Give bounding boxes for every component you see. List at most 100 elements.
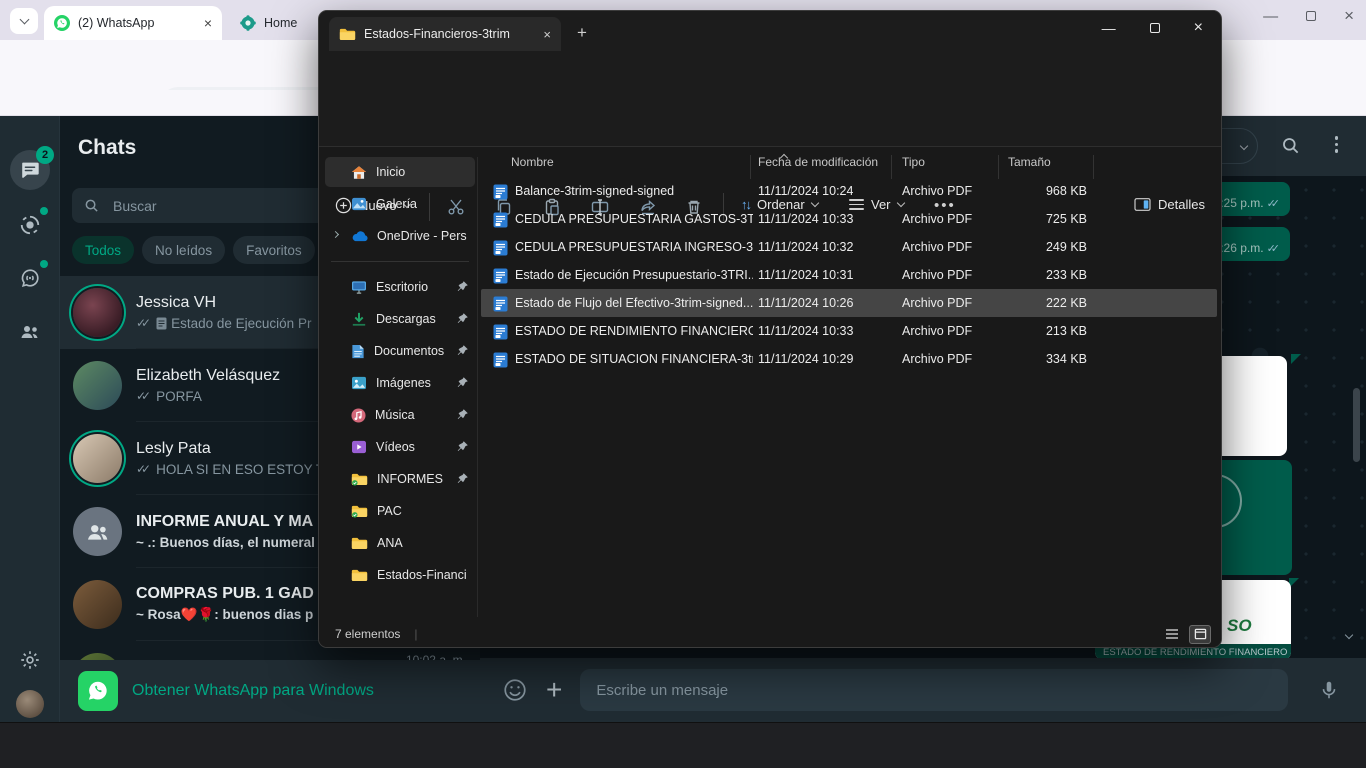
folder-icon [351, 568, 368, 582]
file-row[interactable]: CEDULA PRESUPUESTARIA INGRESO-3TRI... 11… [481, 233, 1217, 261]
sidebar-item-descargas[interactable]: Descargas [325, 304, 475, 334]
file-name: ESTADO DE SITUACION FINANCIERA-3tri... [515, 352, 753, 366]
column-header-name[interactable]: Nombre [511, 155, 554, 169]
avatar [73, 653, 122, 660]
column-header-type[interactable]: Tipo [902, 155, 925, 169]
file-row[interactable]: Estado de Ejecución Presupuestario-3TRI.… [481, 261, 1217, 289]
profile-avatar[interactable] [16, 690, 44, 718]
sidebar-label: Estados-Financi [377, 568, 467, 582]
sidebar-item-musica[interactable]: Música [325, 400, 475, 430]
music-icon [351, 408, 366, 423]
file-list-header: Nombre Fecha de modificación Tipo Tamaño [481, 147, 1217, 177]
sidebar-item-galeria[interactable]: Galería [325, 189, 475, 219]
read-receipt-icon: ✓✓ [1267, 242, 1280, 255]
get-whatsapp-banner[interactable]: Obtener WhatsApp para Windows [60, 660, 480, 722]
column-header-date[interactable]: Fecha de modificación [758, 155, 878, 169]
close-button[interactable]: × [1194, 19, 1203, 37]
tab-label: (2) WhatsApp [78, 16, 196, 30]
details-view-toggle[interactable] [1161, 625, 1183, 644]
tab-close-icon[interactable]: × [543, 27, 551, 42]
filter-all[interactable]: Todos [72, 236, 134, 264]
large-icons-view-toggle[interactable] [1189, 625, 1211, 644]
sidebar-divider[interactable] [477, 157, 478, 617]
column-divider[interactable] [750, 155, 751, 179]
channels-nav-icon[interactable] [10, 258, 50, 298]
emoji-icon[interactable] [502, 677, 528, 703]
settings-gear-icon[interactable] [10, 640, 50, 680]
file-name: Estado de Flujo del Efectivo-3trim-signe… [515, 296, 753, 310]
browser-minimize-button[interactable]: — [1263, 8, 1278, 25]
file-row[interactable]: CEDULA PRESUPUESTARIA GASTOS-3TRI... 11/… [481, 205, 1217, 233]
sidebar-item-estados-financieros[interactable]: Estados-Financi [325, 560, 475, 590]
file-type: Archivo PDF [902, 212, 972, 226]
sidebar-label: ANA [377, 536, 403, 550]
chevron-down-icon [19, 15, 29, 25]
sidebar-item-pac[interactable]: PAC [325, 496, 475, 526]
column-divider[interactable] [998, 155, 999, 179]
file-date: 11/11/2024 10:31 [758, 268, 853, 282]
file-row[interactable]: ESTADO DE SITUACION FINANCIERA-3tri... 1… [481, 345, 1217, 373]
browser-close-button[interactable]: × [1344, 6, 1354, 26]
column-divider[interactable] [891, 155, 892, 179]
sidebar-label: Documentos [374, 344, 444, 358]
sidebar-item-onedrive[interactable]: OneDrive - Pers [325, 221, 475, 251]
folder-icon [339, 27, 356, 41]
minimize-button[interactable]: — [1102, 20, 1116, 36]
sidebar-label: Música [375, 408, 415, 422]
conversation-menu-icon[interactable] [1335, 136, 1339, 153]
file-size: 968 KB [963, 184, 1087, 198]
tab-close-icon[interactable]: × [204, 15, 212, 31]
banner-text: Obtener WhatsApp para Windows [132, 682, 374, 700]
column-divider[interactable] [1093, 155, 1094, 179]
file-size: 725 KB [963, 212, 1087, 226]
whatsapp-favicon [54, 15, 70, 31]
sidebar-item-imagenes[interactable]: Imágenes [325, 368, 475, 398]
sidebar-item-informes[interactable]: INFORMES [325, 464, 475, 494]
sidebar-item-documentos[interactable]: Documentos [325, 336, 475, 366]
maximize-button[interactable] [1150, 23, 1160, 33]
file-row[interactable]: ESTADO DE RENDIMIENTO FINANCIERO-... 11/… [481, 317, 1217, 345]
file-date: 11/11/2024 10:26 [758, 296, 853, 310]
tab-list-button[interactable] [10, 8, 38, 34]
sidebar-label: Descargas [376, 312, 436, 326]
filter-unread[interactable]: No leídos [142, 236, 225, 264]
file-name: CEDULA PRESUPUESTARIA GASTOS-3TRI... [515, 212, 753, 226]
explorer-tab[interactable]: Estados-Financieros-3trim × [329, 17, 561, 51]
mic-icon[interactable] [1318, 679, 1340, 701]
file-size: 233 KB [963, 268, 1087, 282]
taskbar: 1 Búsqueda T X W ESPLAA [0, 722, 1366, 768]
read-receipt-icon: ✓✓ [136, 389, 146, 403]
file-date: 11/11/2024 10:33 [758, 212, 853, 226]
file-type: Archivo PDF [902, 268, 972, 282]
tab-whatsapp[interactable]: (2) WhatsApp × [44, 6, 222, 40]
chat-preview: HOLA SI EN ESO ESTOY T [156, 462, 324, 477]
pdf-file-icon [493, 268, 508, 284]
column-header-size[interactable]: Tamaño [1008, 155, 1051, 169]
sidebar-item-escritorio[interactable]: Escritorio [325, 272, 475, 302]
file-row[interactable]: Balance-3trim-signed-signed 11/11/2024 1… [481, 177, 1217, 205]
chat-preview: ~ Rosa❤️🌹: buenos dias p [136, 607, 313, 623]
expand-chevron-icon[interactable] [332, 231, 339, 238]
document-logo-text: SO [1227, 616, 1252, 636]
file-row-selected[interactable]: Estado de Flujo del Efectivo-3trim-signe… [481, 289, 1217, 317]
folder-sync-icon [351, 472, 368, 486]
conversation-scrollbar[interactable] [1353, 388, 1360, 462]
chats-nav-icon[interactable]: 2 [10, 150, 50, 190]
browser-restore-button[interactable] [1306, 11, 1316, 21]
pin-icon [456, 440, 469, 453]
file-date: 11/11/2024 10:32 [758, 240, 853, 254]
status-nav-icon[interactable] [10, 205, 50, 245]
sidebar-item-inicio[interactable]: Inicio [325, 157, 475, 187]
file-date: 11/11/2024 10:29 [758, 352, 853, 366]
sidebar-item-videos[interactable]: Vídeos [325, 432, 475, 462]
file-date: 11/11/2024 10:33 [758, 324, 853, 338]
communities-nav-icon[interactable] [10, 312, 50, 352]
filter-favorites[interactable]: Favoritos [233, 236, 315, 264]
file-type: Archivo PDF [902, 352, 972, 366]
attach-plus-icon[interactable]: + [546, 676, 562, 704]
new-tab-icon[interactable]: + [577, 23, 587, 43]
file-date: 11/11/2024 10:24 [758, 184, 853, 198]
sidebar-item-ana[interactable]: ANA [325, 528, 475, 558]
message-input[interactable] [580, 669, 1288, 711]
conversation-search-icon[interactable] [1281, 136, 1300, 155]
